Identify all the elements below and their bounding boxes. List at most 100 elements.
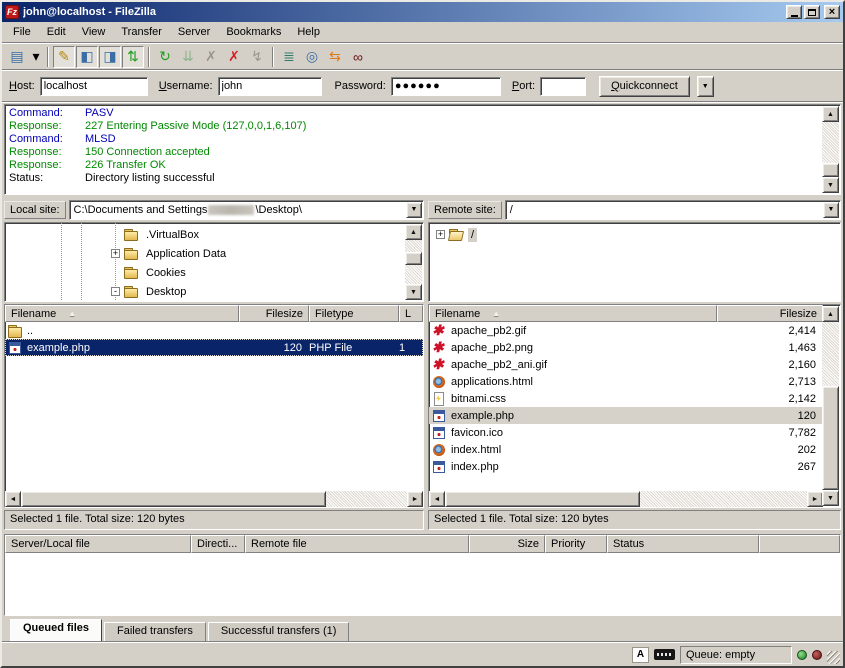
site-manager-dropdown[interactable]: ▾ bbox=[29, 46, 43, 68]
menu-item[interactable]: Bookmarks bbox=[218, 24, 289, 40]
scroll-up-icon[interactable]: ▲ bbox=[405, 224, 422, 240]
tree-item[interactable]: Application Data bbox=[7, 244, 403, 263]
file-name: example.php bbox=[27, 342, 90, 354]
file-row[interactable]: index.php 267 bbox=[429, 458, 823, 475]
port-input[interactable] bbox=[540, 77, 586, 96]
menu-item[interactable]: Edit bbox=[39, 24, 74, 40]
tree-item[interactable]: Cookies bbox=[7, 263, 403, 282]
column-header-status[interactable]: Status bbox=[607, 535, 759, 553]
disconnect-button[interactable]: ✗ bbox=[223, 46, 245, 68]
scroll-down-icon[interactable]: ▼ bbox=[822, 177, 839, 193]
minimize-button[interactable] bbox=[786, 5, 802, 19]
toggle-remote-tree-button[interactable]: ◨ bbox=[99, 46, 121, 68]
tree-item[interactable]: Desktop bbox=[7, 282, 403, 301]
file-row[interactable]: apache_pb2_ani.gif 2,160 bbox=[429, 356, 823, 373]
column-header-direction[interactable]: Directi... bbox=[191, 535, 245, 553]
file-row[interactable]: favicon.ico 7,782 bbox=[429, 424, 823, 441]
tree-item[interactable]: / bbox=[431, 225, 820, 244]
find-button[interactable]: ∞ bbox=[347, 46, 369, 68]
scrollbar-thumb[interactable] bbox=[445, 491, 640, 507]
tree-expander-icon[interactable] bbox=[111, 287, 120, 296]
site-manager-button[interactable]: ▤ bbox=[6, 46, 28, 68]
tree-item[interactable]: .VirtualBox bbox=[7, 225, 403, 244]
menu-item[interactable]: File bbox=[5, 24, 39, 40]
menu-item[interactable]: Server bbox=[170, 24, 218, 40]
scroll-right-icon[interactable]: ► bbox=[407, 491, 423, 507]
tab-successful-transfers[interactable]: Successful transfers (1) bbox=[208, 622, 350, 641]
tree-expander-icon[interactable] bbox=[111, 249, 120, 258]
menu-item[interactable]: Transfer bbox=[113, 24, 170, 40]
scroll-right-icon[interactable]: ► bbox=[807, 491, 823, 507]
scroll-up-icon[interactable]: ▲ bbox=[822, 306, 839, 322]
scrollbar-thumb[interactable] bbox=[21, 491, 326, 507]
remote-site-combobox[interactable]: / ▼ bbox=[505, 200, 841, 220]
reconnect-button[interactable]: ↯ bbox=[246, 46, 268, 68]
scroll-down-icon[interactable]: ▼ bbox=[822, 490, 839, 506]
file-name: .. bbox=[27, 325, 33, 337]
password-input[interactable] bbox=[391, 77, 501, 96]
toggle-log-button[interactable]: ✎ bbox=[53, 46, 75, 68]
file-row[interactable]: example.php 120 PHP File 1 bbox=[5, 339, 423, 356]
column-header-filesize[interactable]: Filesize bbox=[717, 305, 823, 322]
toggle-queue-button[interactable]: ⇅ bbox=[122, 46, 144, 68]
column-header-lastmodified[interactable]: L bbox=[399, 305, 423, 322]
file-row[interactable]: applications.html 2,713 bbox=[429, 373, 823, 390]
toggle-local-tree-button[interactable]: ◧ bbox=[76, 46, 98, 68]
file-row[interactable]: bitnami.css 2,142 bbox=[429, 390, 823, 407]
remote-list-vscrollbar[interactable]: ▲ ▼ bbox=[822, 306, 839, 506]
scroll-left-icon[interactable]: ◄ bbox=[5, 491, 21, 507]
combo-dropdown-icon[interactable]: ▼ bbox=[823, 202, 839, 218]
column-header-filename[interactable]: Filename▲ bbox=[5, 305, 239, 322]
scrollbar-thumb[interactable] bbox=[822, 386, 839, 490]
remote-file-list: Filename▲ Filesize apache_pb2.gif 2,414 … bbox=[428, 304, 841, 508]
host-input[interactable] bbox=[40, 77, 148, 96]
quickconnect-dropdown[interactable]: ▼ bbox=[697, 76, 714, 97]
tree-item-label: Desktop bbox=[143, 285, 189, 299]
column-header-size[interactable]: Size bbox=[469, 535, 545, 553]
combo-dropdown-icon[interactable]: ▼ bbox=[406, 202, 422, 218]
maximize-button[interactable] bbox=[804, 5, 820, 19]
scrollbar-thumb[interactable] bbox=[405, 252, 422, 265]
file-row[interactable]: example.php 120 bbox=[429, 407, 823, 424]
tab-queued-files[interactable]: Queued files bbox=[10, 619, 102, 641]
close-button[interactable]: × bbox=[824, 5, 840, 19]
username-input[interactable] bbox=[218, 77, 322, 96]
column-header-priority[interactable]: Priority bbox=[545, 535, 607, 553]
sync-browse-button[interactable]: ⇆ bbox=[324, 46, 346, 68]
file-row[interactable]: index.html 202 bbox=[429, 441, 823, 458]
speed-limit-icon[interactable] bbox=[654, 649, 675, 660]
menu-item[interactable]: Help bbox=[289, 24, 328, 40]
log-scrollbar[interactable]: ▲ ▼ bbox=[822, 106, 839, 193]
log-line-text: MLSD bbox=[85, 133, 116, 146]
file-row[interactable]: apache_pb2.gif 2,414 bbox=[429, 322, 823, 339]
filter-button[interactable]: ≣ bbox=[278, 46, 300, 68]
remote-list-hscrollbar[interactable]: ◄ ► bbox=[429, 491, 823, 507]
tab-failed-transfers[interactable]: Failed transfers bbox=[104, 622, 206, 641]
local-file-list: Filename▲ Filesize Filetype L .. bbox=[4, 304, 424, 508]
scroll-down-icon[interactable]: ▼ bbox=[405, 284, 422, 300]
scrollbar-thumb[interactable] bbox=[822, 163, 839, 177]
file-row[interactable]: .. bbox=[5, 322, 423, 339]
menu-item[interactable]: View bbox=[74, 24, 114, 40]
compare-button[interactable]: ◎ bbox=[301, 46, 323, 68]
scroll-left-icon[interactable]: ◄ bbox=[429, 491, 445, 507]
cancel-operation-button[interactable]: ✗ bbox=[200, 46, 222, 68]
column-header-remote-file[interactable]: Remote file bbox=[245, 535, 469, 553]
username-label: Username: bbox=[159, 80, 213, 92]
refresh-button[interactable]: ↻ bbox=[154, 46, 176, 68]
scroll-up-icon[interactable]: ▲ bbox=[822, 106, 839, 122]
column-header-filetype[interactable]: Filetype bbox=[309, 305, 399, 322]
file-row[interactable]: apache_pb2.png 1,463 bbox=[429, 339, 823, 356]
local-tree-scrollbar[interactable]: ▲ ▼ bbox=[405, 224, 422, 300]
quickconnect-bar: Host: Username: Password: Port: Quickcon… bbox=[2, 71, 843, 101]
column-header-filesize[interactable]: Filesize bbox=[239, 305, 309, 322]
file-size: 120 bbox=[239, 342, 309, 354]
tree-expander-icon[interactable] bbox=[436, 230, 445, 239]
quickconnect-button[interactable]: Quickconnect bbox=[599, 76, 690, 97]
column-header-filename[interactable]: Filename▲ bbox=[429, 305, 717, 322]
local-site-combobox[interactable]: C:\Documents and Settings\Desktop\ ▼ bbox=[69, 200, 424, 220]
resize-grip[interactable] bbox=[827, 651, 840, 664]
local-list-hscrollbar[interactable]: ◄ ► bbox=[5, 491, 423, 507]
process-queue-button[interactable]: ⇊ bbox=[177, 46, 199, 68]
column-header-server-local-file[interactable]: Server/Local file bbox=[5, 535, 191, 553]
